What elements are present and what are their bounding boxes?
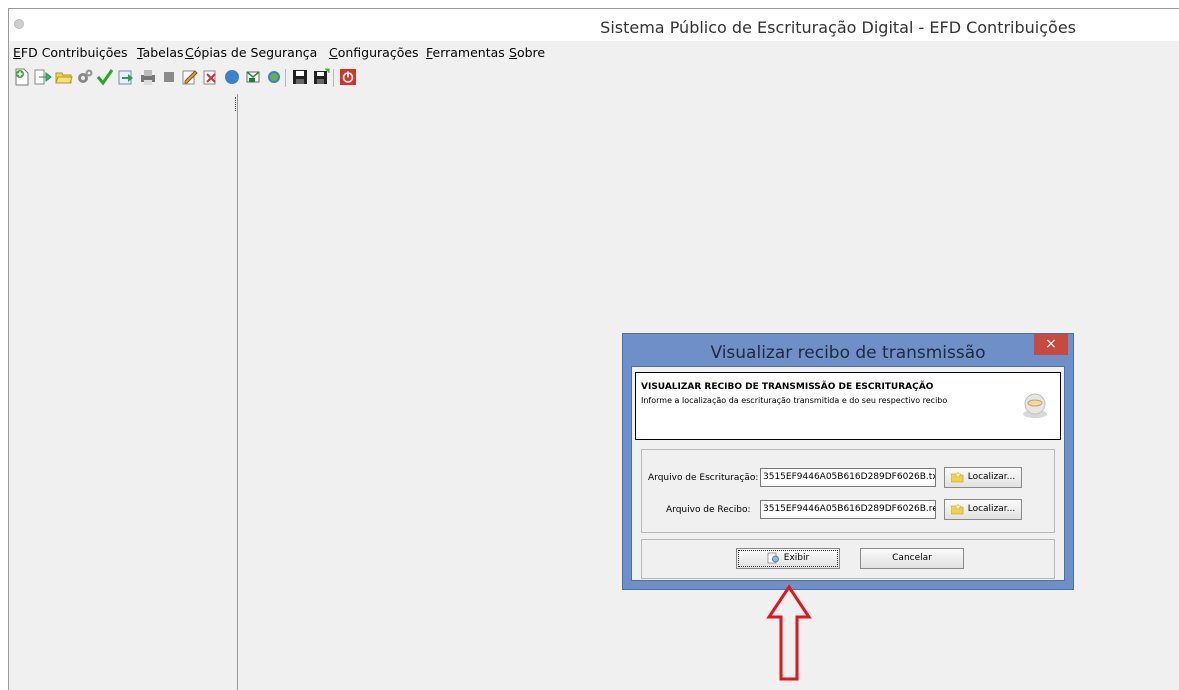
menu-bar: EFD Contribuições Tabelas Cópias de Segu…	[9, 41, 1179, 63]
escrituracao-label: Arquivo de Escrituração:	[648, 473, 759, 483]
menu-sobre[interactable]: Sobre	[509, 45, 545, 60]
recibo-label: Arquivo de Recibo:	[666, 505, 751, 515]
export-icon[interactable]	[117, 68, 135, 86]
receipt-globe-icon	[1023, 393, 1047, 418]
validate-check-icon[interactable]	[96, 68, 114, 86]
remove-sign-icon[interactable]	[202, 68, 220, 86]
dialog-header-subtitle: Informe a localização da escrituração tr…	[641, 396, 948, 405]
localizar-escrituracao-button[interactable]: Localizar...	[944, 467, 1022, 488]
open-folder-icon[interactable]	[55, 68, 73, 86]
annotation-up-arrow-icon	[766, 584, 812, 681]
settings-gears-icon[interactable]	[76, 68, 94, 86]
cancelar-button[interactable]: Cancelar	[860, 548, 964, 569]
view-receipt-icon	[767, 552, 779, 563]
print-icon[interactable]	[139, 68, 157, 86]
menu-configuracoes[interactable]: Configurações	[329, 45, 419, 60]
receipt-icon[interactable]	[244, 68, 262, 86]
folder-search-icon	[950, 471, 964, 482]
close-button[interactable]: ×	[1034, 334, 1068, 355]
consult-icon[interactable]	[265, 68, 283, 86]
save-icon[interactable]	[291, 68, 309, 86]
toolbar	[9, 63, 1179, 93]
escrituracao-file-field[interactable]: 3515EF9446A05B616D289DF6026B.txt	[760, 468, 936, 487]
title-bar: Sistema Público de Escrituração Digital …	[9, 9, 1179, 41]
new-file-icon[interactable]	[13, 68, 31, 86]
window-title: Sistema Público de Escrituração Digital …	[600, 18, 1076, 37]
receipt-dialog: Visualizar recibo de transmissão × VISUA…	[622, 333, 1074, 590]
sign-icon[interactable]	[181, 68, 199, 86]
localizar-recibo-button[interactable]: Localizar...	[944, 499, 1022, 520]
folder-search-icon	[950, 503, 964, 514]
dialog-title: Visualizar recibo de transmissão	[710, 343, 986, 363]
toolbar-separator	[285, 69, 286, 87]
menu-efd-contribuicoes[interactable]: EFD Contribuições	[13, 45, 128, 60]
dialog-header-panel: VISUALIZAR RECIBO DE TRANSMISSÃO DE ESCR…	[635, 372, 1061, 440]
transmit-globe-icon[interactable]	[223, 68, 241, 86]
menu-ferramentas[interactable]: Ferramentas	[426, 45, 505, 60]
menu-tabelas[interactable]: Tabelas	[137, 45, 184, 60]
menu-copias-de-seguranca[interactable]: Cópias de Segurança	[185, 45, 317, 60]
import-arrow-icon[interactable]	[34, 68, 52, 86]
dialog-header-title: VISUALIZAR RECIBO DE TRANSMISSÃO DE ESCR…	[641, 382, 934, 392]
dialog-body: VISUALIZAR RECIBO DE TRANSMISSÃO DE ESCR…	[631, 366, 1065, 581]
dialog-button-group: Exibir Cancelar	[641, 539, 1055, 579]
exibir-button[interactable]: Exibir	[736, 548, 840, 569]
save-as-icon[interactable]	[312, 68, 330, 86]
exit-icon[interactable]	[339, 68, 357, 86]
file-selection-group: Arquivo de Escrituração: 3515EF9446A05B6…	[641, 449, 1055, 533]
toolbar-separator	[333, 69, 334, 87]
window-icon	[14, 19, 24, 29]
recibo-file-field[interactable]: 3515EF9446A05B616D289DF6026B.rec	[760, 500, 936, 519]
stop-icon[interactable]	[160, 68, 178, 86]
navigation-tree-panel[interactable]	[9, 94, 234, 690]
